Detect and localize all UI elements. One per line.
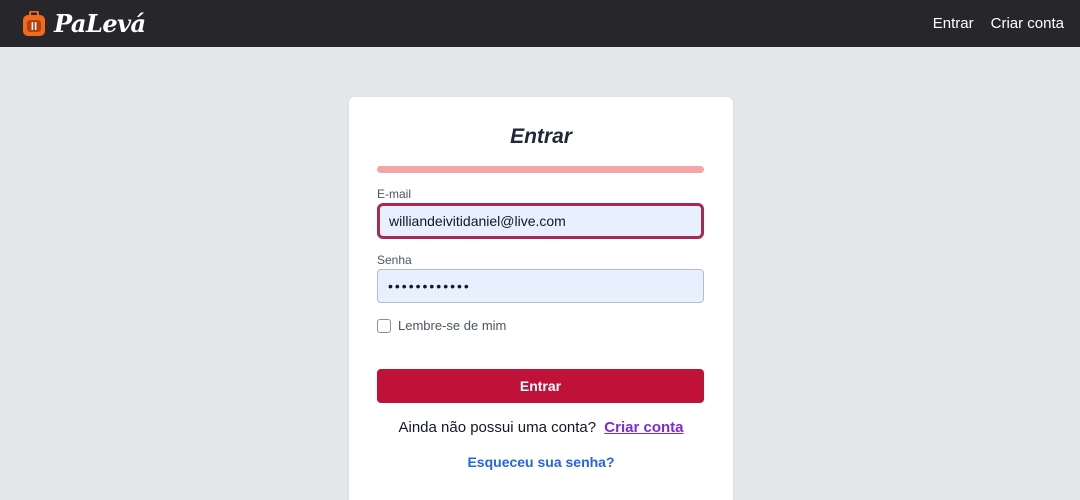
forgot-password-link[interactable]: Esqueceu sua senha? [349,454,733,470]
brand-name: PaLevá [54,9,146,38]
progress-bar [377,166,704,173]
login-card: Entrar E-mail Senha Lembre-se de mim Ent… [349,97,733,500]
remember-me-label[interactable]: Lembre-se de mim [398,318,506,333]
signup-prompt-text: Ainda não possui uma conta? [398,419,597,436]
remember-me-checkbox[interactable] [377,318,391,333]
remember-me-row: Lembre-se de mim [377,318,506,333]
email-field[interactable] [377,203,704,239]
nav-links: Entrar Criar conta [933,15,1064,32]
page-title: Entrar [510,125,572,148]
nav-login-link[interactable]: Entrar [933,15,974,32]
email-label: E-mail [377,187,412,201]
password-field[interactable] [377,269,704,303]
brand-home-link[interactable]: PaLevá [22,9,146,38]
top-navbar: PaLevá Entrar Criar conta [0,0,1080,47]
password-label: Senha [377,253,412,267]
signup-link[interactable]: Criar conta [604,419,683,436]
backpack-icon [23,10,45,36]
progress-fill [377,166,704,173]
signup-prompt-row: Ainda não possui uma conta? Criar conta [349,419,733,436]
login-button[interactable]: Entrar [377,369,704,403]
nav-signup-link[interactable]: Criar conta [991,15,1064,32]
